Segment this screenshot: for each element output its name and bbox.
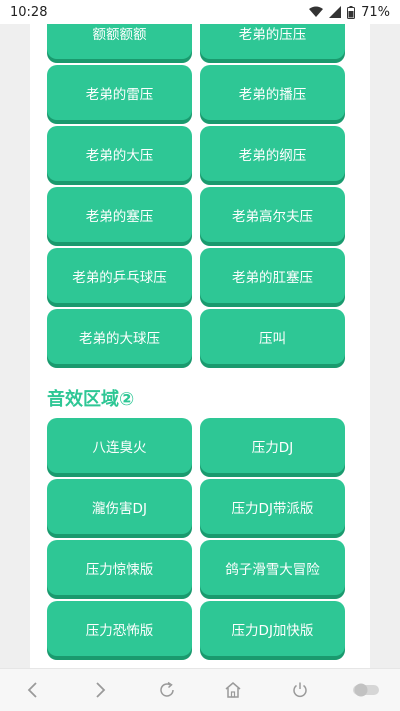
sound-button[interactable]: 压力惊悚版 <box>47 540 192 595</box>
sound-button[interactable]: 老弟的塞压 <box>47 187 192 242</box>
sound-button[interactable]: 老弟的雷压 <box>47 65 192 120</box>
battery-icon <box>347 5 356 19</box>
power-icon[interactable] <box>280 670 320 710</box>
sound-button[interactable]: 老弟的大球压 <box>47 309 192 364</box>
back-icon[interactable] <box>13 670 53 710</box>
sound-button[interactable]: 老弟的大压 <box>47 126 192 181</box>
browser-nav-bar <box>0 668 400 711</box>
sound-button[interactable]: 老弟的纲压 <box>200 126 345 181</box>
sound-button[interactable]: 瀧伤害DJ <box>47 479 192 534</box>
toggle-icon[interactable] <box>347 670 387 710</box>
section-title: 音效区域② <box>47 389 135 410</box>
sound-button[interactable]: 压力DJ带派版 <box>200 479 345 534</box>
sound-button[interactable]: 老弟的乒乓球压 <box>47 248 192 303</box>
status-bar: 10:28 71% <box>0 0 400 24</box>
refresh-icon[interactable] <box>147 670 187 710</box>
content-panel: 额额额额 老弟的压压 老弟的雷压 老弟的播压 老弟的大压 老弟的纲压 老弟的塞压 老弟高尔夫压… <box>30 0 370 668</box>
home-icon[interactable] <box>213 670 253 710</box>
sound-grid-2: 八连臭火 压力DJ 瀧伤害DJ 压力DJ带派版 压力惊悚版 鸽子滑雪大冒险 压力恐怖版 压力D… <box>47 418 345 656</box>
sound-grid-1: 额额额额 老弟的压压 老弟的雷压 老弟的播压 老弟的大压 老弟的纲压 老弟的塞压 老弟高尔夫压… <box>47 7 345 364</box>
forward-icon[interactable] <box>80 670 120 710</box>
sound-button[interactable]: 鸽子滑雪大冒险 <box>200 540 345 595</box>
signal-icon <box>329 6 342 18</box>
sound-button[interactable]: 压叫 <box>200 309 345 364</box>
sound-button[interactable]: 压力恐怖版 <box>47 601 192 656</box>
sound-button[interactable]: 压力DJ加快版 <box>200 601 345 656</box>
sound-button[interactable]: 老弟的播压 <box>200 65 345 120</box>
battery-level: 71% <box>361 4 390 20</box>
wifi-icon <box>309 6 324 18</box>
sound-button[interactable]: 老弟的肛塞压 <box>200 248 345 303</box>
sound-button[interactable]: 八连臭火 <box>47 418 192 473</box>
sound-button[interactable]: 老弟高尔夫压 <box>200 187 345 242</box>
status-time: 10:28 <box>10 4 48 20</box>
sound-button[interactable]: 压力DJ <box>200 418 345 473</box>
status-icons: 71% <box>309 5 390 20</box>
